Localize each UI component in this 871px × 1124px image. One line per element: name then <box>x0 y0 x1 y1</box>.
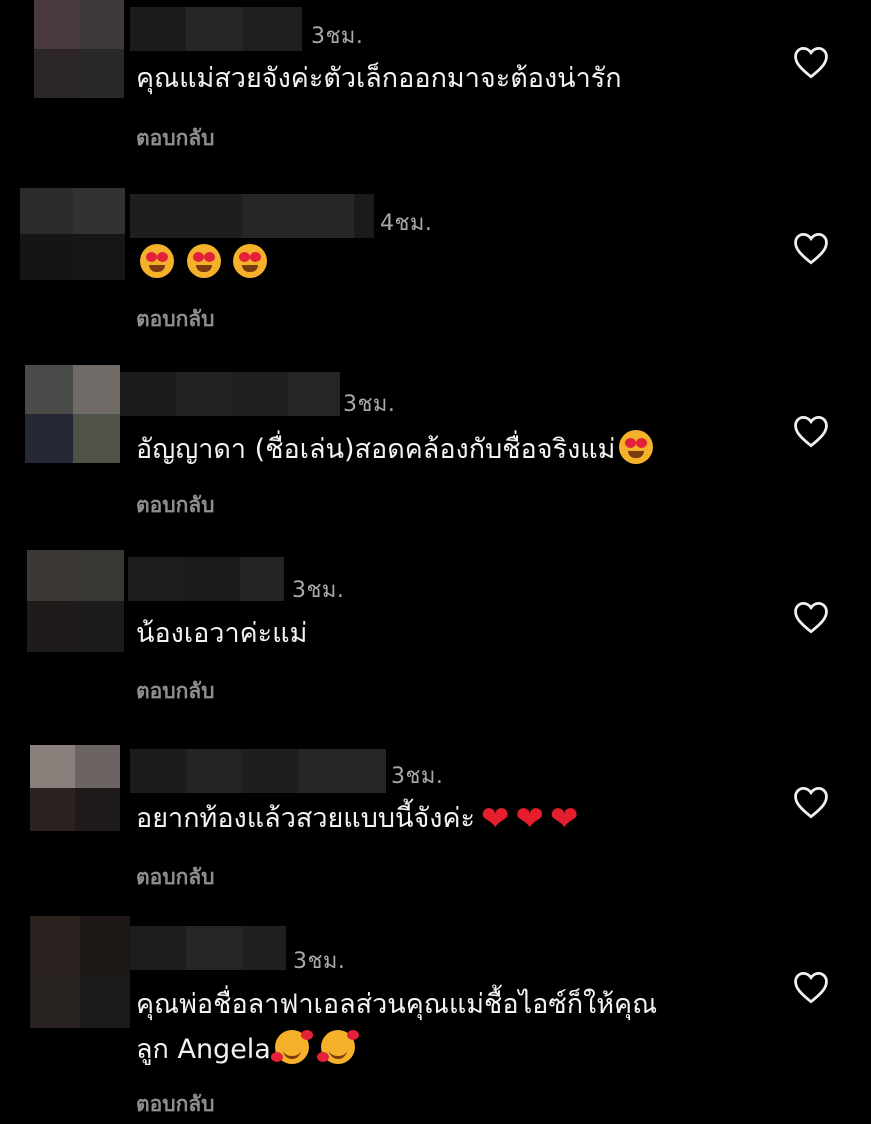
like-heart-icon[interactable] <box>792 970 830 1004</box>
smiling-face-with-hearts-emoji-icon <box>316 1030 359 1064</box>
username-blurred[interactable] <box>130 7 302 51</box>
reply-button[interactable]: ตอบกลับ <box>136 489 215 522</box>
comment-time: 3ชม. <box>343 392 396 417</box>
like-heart-icon[interactable] <box>792 600 830 634</box>
heart-eyes-emoji-icon <box>140 244 174 278</box>
red-heart-emoji-icon: ❤ <box>481 799 510 839</box>
heart-eyes-emoji-icon <box>233 244 268 278</box>
avatar[interactable] <box>34 0 124 98</box>
reply-button[interactable]: ตอบกลับ <box>136 675 215 708</box>
avatar[interactable] <box>20 188 125 280</box>
comment-text: คุณพ่อชื่อลาฟาเอลส่วนคุณแม่ชื้อไอซ์ก็ให้… <box>136 989 658 1020</box>
comment-text: อยากท้องแล้วสวยแบบนี้จังค่ะ <box>136 803 476 834</box>
comment-text: อัญญาดา (ชื่อเล่น)สอดคล้องกับชื่อจริงแม่ <box>136 434 616 465</box>
like-heart-icon[interactable] <box>792 414 830 448</box>
avatar[interactable] <box>25 365 120 463</box>
heart-eyes-emoji-icon <box>186 244 221 278</box>
like-heart-icon[interactable] <box>792 231 830 265</box>
comment-text: คุณแม่สวยจังค่ะตัวเล็กออกมาจะต้องน่ารัก <box>136 63 622 94</box>
comment-text: น้องเอวาค่ะแม่ <box>136 618 308 649</box>
avatar[interactable] <box>27 550 124 652</box>
red-heart-emoji-icon: ❤ <box>515 799 545 839</box>
username-blurred[interactable] <box>130 926 286 970</box>
comment-time: 3ชม. <box>311 24 364 49</box>
reply-button[interactable]: ตอบกลับ <box>136 861 215 894</box>
username-blurred[interactable] <box>130 194 374 238</box>
smiling-face-with-hearts-emoji-icon <box>270 1030 313 1064</box>
comment-emoji-row <box>136 244 268 283</box>
reply-button[interactable]: ตอบกลับ <box>136 1088 215 1121</box>
comment-text-row: อยากท้องแล้วสวยแบบนี้จังค่ะ ❤ ❤ ❤ <box>136 800 579 838</box>
comment-text-row: อัญญาดา (ชื่อเล่น)สอดคล้องกับชื่อจริงแม่ <box>136 430 654 469</box>
comment-text-line2: ลูก Angela <box>136 1034 271 1065</box>
username-blurred[interactable] <box>130 749 386 793</box>
username-blurred[interactable] <box>128 557 284 601</box>
reply-button[interactable]: ตอบกลับ <box>136 122 215 155</box>
avatar[interactable] <box>30 745 120 831</box>
like-heart-icon[interactable] <box>792 785 830 819</box>
username-blurred[interactable] <box>120 372 340 416</box>
comment-text-row: ลูก Angela <box>136 1030 359 1069</box>
like-heart-icon[interactable] <box>792 45 830 79</box>
red-heart-emoji-icon: ❤ <box>550 799 579 839</box>
avatar[interactable] <box>30 916 130 1028</box>
reply-button[interactable]: ตอบกลับ <box>136 303 215 336</box>
heart-eyes-emoji-icon <box>619 430 654 464</box>
comment-time: 4ชม. <box>380 211 433 236</box>
comment-time: 3ชม. <box>391 764 444 789</box>
comment-time: 3ชม. <box>293 949 346 974</box>
comment-time: 3ชม. <box>292 578 345 603</box>
